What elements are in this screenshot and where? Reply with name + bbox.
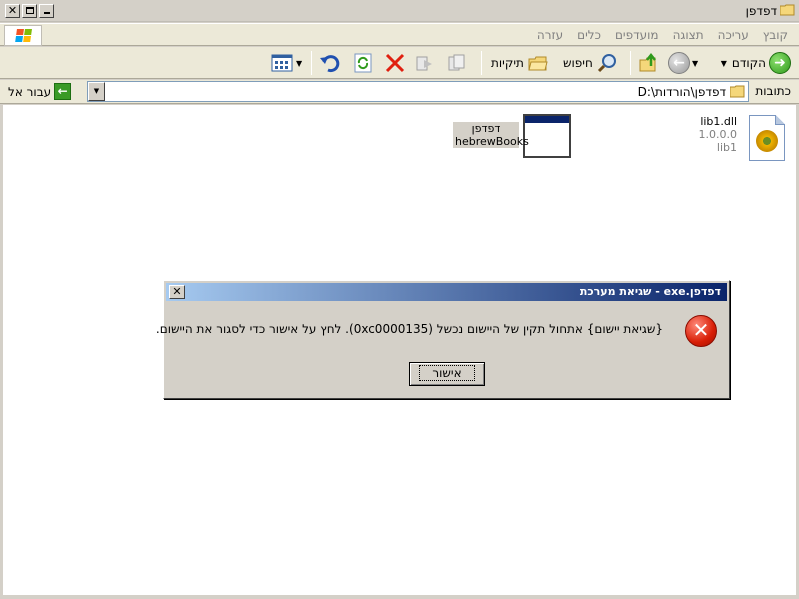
address-input[interactable]: D:\דפדפן\הורדות ▼ — [87, 81, 749, 102]
up-folder-button[interactable] — [638, 50, 660, 76]
search-icon — [597, 54, 616, 73]
go-arrow-icon: ← — [54, 83, 72, 100]
title-bar: דפדפן ✕ — [0, 0, 799, 22]
go-label: עבור אל — [8, 84, 52, 99]
toolbar: ➜ הקודם ▼ ▼ ← חיפוש תיקיות ▼ — [0, 47, 799, 79]
maximize-window-button[interactable] — [22, 4, 37, 18]
menu-bar: קובץ עריכה תצוגה מועדפים כלים עזרה — [0, 23, 799, 46]
copy-to-button[interactable] — [414, 50, 436, 76]
dialog-title: דפדפן.exe - שגיאת מערכת — [579, 285, 721, 298]
back-dropdown-icon[interactable]: ▼ — [721, 59, 727, 68]
error-icon: ✕ — [685, 315, 717, 347]
menu-edit[interactable]: עריכה — [711, 28, 756, 42]
menu-favorites[interactable]: מועדפים — [608, 28, 666, 42]
views-dropdown-icon[interactable]: ▼ — [296, 59, 302, 68]
file-item-exe[interactable]: דפדפן hebrewBooks — [453, 114, 573, 164]
menu-file[interactable]: קובץ — [756, 28, 795, 42]
exe-window-icon — [523, 114, 571, 158]
window-title: דפדפן — [745, 4, 777, 18]
menu-tools[interactable]: כלים — [570, 28, 608, 42]
views-button[interactable]: ▼ — [270, 50, 304, 76]
dialog-message: {שגיאת יישום} אתחול תקין של היישום נכשל … — [155, 322, 663, 336]
up-folder-icon — [639, 52, 656, 72]
minimize-window-button[interactable] — [39, 4, 54, 18]
file-version: 1.0.0.0 — [698, 128, 737, 141]
dialog-title-bar: דפדפן.exe - שגיאת מערכת ✕ — [166, 283, 727, 301]
file-name: דפדפן — [471, 122, 501, 135]
forward-dropdown-icon[interactable]: ▼ — [692, 59, 698, 68]
back-button[interactable]: ➜ הקודם ▼ — [719, 50, 791, 76]
folder-icon — [780, 4, 795, 16]
folder-icon — [730, 85, 745, 98]
close-window-button[interactable]: ✕ — [5, 4, 20, 18]
file-item-lib1[interactable]: lib1.dll 1.0.0.0 lib1 — [699, 115, 789, 165]
menu-view[interactable]: תצוגה — [666, 28, 711, 42]
ok-button[interactable]: אישור — [409, 362, 485, 386]
folders-icon — [528, 56, 548, 71]
file-description: hebrewBooks — [455, 135, 529, 148]
undo-icon — [320, 55, 340, 73]
refresh-icon — [354, 53, 372, 73]
search-button[interactable]: חיפוש — [560, 50, 618, 76]
windows-logo-icon — [4, 25, 42, 46]
address-label: כתובות — [755, 84, 791, 98]
forward-button[interactable]: ▼ ← — [668, 50, 700, 76]
back-label: הקודם — [731, 56, 766, 70]
file-name: lib1.dll — [700, 115, 737, 128]
menu-help[interactable]: עזרה — [530, 28, 570, 42]
refresh-button[interactable] — [352, 50, 374, 76]
error-dialog: דפדפן.exe - שגיאת מערכת ✕ ✕ {שגיאת יישום… — [156, 280, 730, 399]
undo-button[interactable] — [318, 50, 342, 76]
folders-label: תיקיות — [491, 56, 524, 70]
move-to-icon — [448, 54, 465, 71]
copy-to-icon — [416, 56, 432, 71]
address-bar: כתובות D:\דפדפן\הורדות ▼ ← עבור אל — [0, 80, 799, 104]
folders-button[interactable]: תיקיות — [488, 50, 549, 76]
ok-label: אישור — [419, 365, 475, 381]
search-label: חיפוש — [563, 56, 593, 70]
address-dropdown-button[interactable]: ▼ — [88, 82, 105, 101]
go-button[interactable]: ← עבור אל — [8, 83, 72, 100]
delete-icon — [385, 53, 405, 73]
forward-arrow-icon: ← — [668, 52, 690, 74]
file-description: lib1 — [716, 141, 737, 154]
address-path: D:\דפדפן\הורדות — [637, 85, 726, 99]
dll-file-icon — [749, 115, 785, 161]
delete-button[interactable] — [384, 50, 406, 76]
back-arrow-icon: ➜ — [769, 52, 791, 74]
views-icon — [271, 54, 293, 72]
move-to-button[interactable] — [446, 50, 468, 76]
dialog-close-button[interactable]: ✕ — [169, 285, 185, 299]
